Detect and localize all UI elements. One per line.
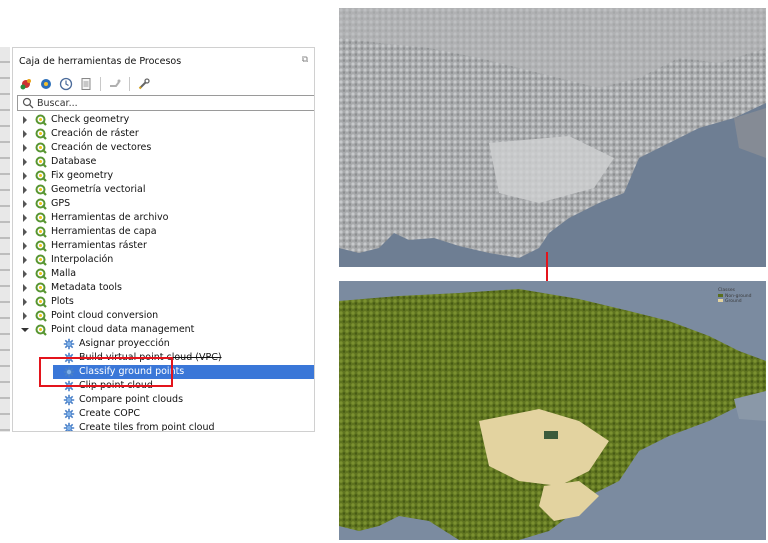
- expand-right-icon[interactable]: [21, 283, 29, 293]
- tree-group-label: Herramientas ráster: [51, 240, 147, 251]
- expand-right-icon[interactable]: [21, 241, 29, 251]
- tree-group[interactable]: Interpolación: [13, 253, 314, 267]
- results-viewer-icon[interactable]: [79, 77, 93, 91]
- panel-title: Caja de herramientas de Procesos: [19, 56, 182, 67]
- tree-group-label: Database: [51, 156, 97, 167]
- point-cloud-view-classified: [339, 281, 766, 540]
- qgis-provider-icon: [35, 240, 47, 252]
- tree-algorithm-label: Create COPC: [79, 408, 141, 419]
- tree-algorithm-label: Compare point clouds: [79, 394, 184, 405]
- tree-group-label: Herramientas de capa: [51, 226, 157, 237]
- highlight-box: [39, 357, 173, 387]
- qgis-provider-icon: [35, 156, 47, 168]
- qgis-provider-icon: [35, 282, 47, 294]
- expand-right-icon[interactable]: [21, 255, 29, 265]
- expand-right-icon[interactable]: [21, 143, 29, 153]
- undock-button[interactable]: ⧉: [300, 55, 310, 65]
- tree-group[interactable]: Fix geometry: [13, 169, 314, 183]
- tree-group-label: Point cloud conversion: [51, 310, 159, 321]
- scripts-icon[interactable]: [39, 77, 53, 91]
- qgis-provider-icon: [35, 324, 47, 336]
- point-cloud-view-unclassified: [339, 8, 766, 267]
- expand-right-icon[interactable]: [21, 157, 29, 167]
- tree-group-label: Point cloud data management: [51, 324, 195, 335]
- expand-right-icon[interactable]: [21, 171, 29, 181]
- tree-group[interactable]: Check geometry: [13, 113, 314, 127]
- tree-group[interactable]: Metadata tools: [13, 281, 314, 295]
- qgis-provider-icon: [35, 226, 47, 238]
- tree-group[interactable]: Point cloud conversion: [13, 309, 314, 323]
- expand-right-icon[interactable]: [21, 185, 29, 195]
- tree-group-label: Interpolación: [51, 254, 114, 265]
- expand-right-icon[interactable]: [21, 213, 29, 223]
- tree-group-label: Metadata tools: [51, 282, 122, 293]
- algorithm-gear-icon: [63, 338, 75, 350]
- expand-right-icon[interactable]: [21, 269, 29, 279]
- tree-group-label: Creación de vectores: [51, 142, 152, 153]
- history-icon[interactable]: [59, 77, 73, 91]
- tree-group[interactable]: Plots: [13, 295, 314, 309]
- qgis-provider-icon: [35, 114, 47, 126]
- search-input[interactable]: [34, 97, 297, 109]
- tree-group-label: Herramientas de archivo: [51, 212, 169, 223]
- qgis-provider-icon: [35, 170, 47, 182]
- expand-right-icon[interactable]: [21, 199, 29, 209]
- legend-swatch: [718, 299, 723, 302]
- tree-group[interactable]: Point cloud data management: [13, 323, 314, 337]
- class-legend: Classes Non-ground Ground: [718, 288, 752, 305]
- tree-group[interactable]: Database: [13, 155, 314, 169]
- algorithm-gear-icon: [63, 408, 75, 420]
- tree-algorithm-item[interactable]: Compare point clouds: [13, 393, 314, 407]
- qgis-provider-icon: [35, 128, 47, 140]
- tree-group-label: Creación de ráster: [51, 128, 139, 139]
- tree-group-label: Geometría vectorial: [51, 184, 146, 195]
- tree-group[interactable]: Malla: [13, 267, 314, 281]
- expand-right-icon[interactable]: [21, 227, 29, 237]
- expand-down-icon[interactable]: [21, 325, 29, 335]
- tree-group[interactable]: Creación de ráster: [13, 127, 314, 141]
- left-dock-strip: [0, 47, 10, 432]
- tree-algorithm-label: Asignar proyección: [79, 338, 170, 349]
- qgis-provider-icon: [35, 254, 47, 266]
- tree-group[interactable]: Geometría vectorial: [13, 183, 314, 197]
- tree-algorithm-item[interactable]: Create tiles from point cloud: [13, 421, 314, 432]
- tree-algorithm-label: Create tiles from point cloud: [79, 422, 215, 432]
- expand-right-icon[interactable]: [21, 297, 29, 307]
- toolbox-toolbar: [19, 75, 151, 93]
- search-icon: [22, 97, 34, 109]
- qgis-provider-icon: [35, 198, 47, 210]
- models-icon[interactable]: [19, 77, 33, 91]
- qgis-provider-icon: [35, 310, 47, 322]
- toolbar-separator: [129, 77, 130, 91]
- toolbar-separator: [100, 77, 101, 91]
- expand-right-icon[interactable]: [21, 115, 29, 125]
- qgis-provider-icon: [35, 212, 47, 224]
- tree-group-label: Malla: [51, 268, 77, 279]
- tree-group[interactable]: GPS: [13, 197, 314, 211]
- tree-group[interactable]: Herramientas de capa: [13, 225, 314, 239]
- tree-algorithm-item[interactable]: Asignar proyección: [13, 337, 314, 351]
- qgis-provider-icon: [35, 142, 47, 154]
- options-wrench-icon[interactable]: [137, 77, 151, 91]
- qgis-provider-icon: [35, 184, 47, 196]
- tree-group[interactable]: Herramientas ráster: [13, 239, 314, 253]
- algorithm-gear-icon: [63, 394, 75, 406]
- tree-group-label: Fix geometry: [51, 170, 114, 181]
- legend-swatch: [718, 293, 723, 297]
- tree-group[interactable]: Herramientas de archivo: [13, 211, 314, 225]
- edit-features-in-place-icon[interactable]: [108, 77, 122, 91]
- tree-group-label: Check geometry: [51, 114, 130, 125]
- expand-right-icon[interactable]: [21, 129, 29, 139]
- qgis-provider-icon: [35, 268, 47, 280]
- qgis-provider-icon: [35, 296, 47, 308]
- tree-group-label: GPS: [51, 198, 71, 209]
- search-box[interactable]: [17, 95, 314, 111]
- tree-group[interactable]: Creación de vectores: [13, 141, 314, 155]
- expand-right-icon[interactable]: [21, 311, 29, 321]
- algorithm-gear-icon: [63, 422, 75, 431]
- tree-algorithm-item[interactable]: Create COPC: [13, 407, 314, 421]
- tree-group-label: Plots: [51, 296, 74, 307]
- legend-item-ground: Ground: [718, 299, 752, 305]
